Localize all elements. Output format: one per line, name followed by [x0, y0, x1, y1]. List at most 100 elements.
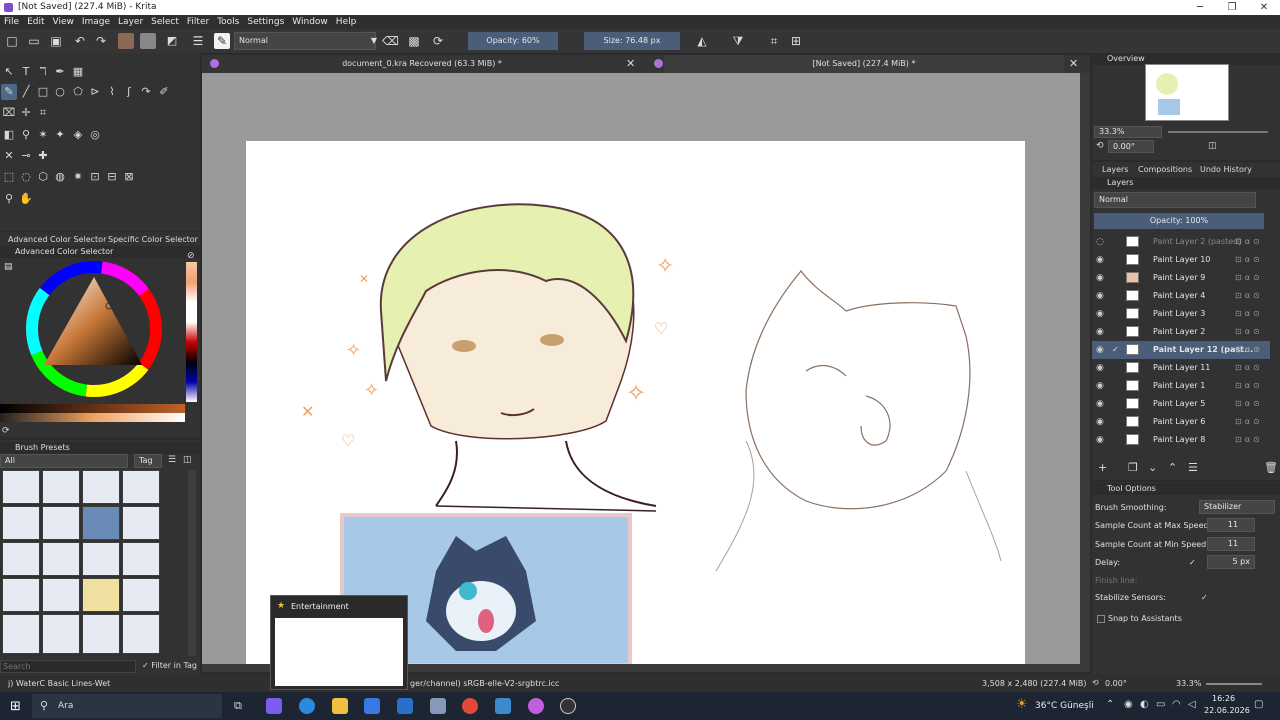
- krita-taskbar-icon[interactable]: [528, 698, 544, 714]
- brush-preset[interactable]: [122, 470, 160, 504]
- alpha-lock-icon[interactable]: ▩: [406, 33, 422, 49]
- visibility-icon[interactable]: ◉: [1096, 435, 1106, 445]
- close-tab-icon[interactable]: ✕: [626, 57, 635, 70]
- ellipse-select-icon[interactable]: ◌: [18, 169, 34, 185]
- brush-scrollbar[interactable]: [188, 470, 196, 656]
- menu-filter[interactable]: Filter: [183, 15, 213, 29]
- chrome-icon[interactable]: [462, 698, 478, 714]
- tab-compositions[interactable]: Compositions: [1138, 165, 1192, 174]
- taskbar-preview-popup[interactable]: ★ Entertainment: [270, 595, 408, 690]
- crop-icon[interactable]: ⌗: [766, 33, 782, 49]
- zoom-slider[interactable]: [1168, 131, 1268, 133]
- mirror-horizontal-icon[interactable]: ◭: [694, 33, 710, 49]
- crop-tool-icon[interactable]: ⌗: [35, 105, 51, 121]
- brush-preset[interactable]: [2, 578, 40, 612]
- move-up-icon[interactable]: ⌃: [1168, 460, 1177, 476]
- bucket-tool-icon[interactable]: ◈: [70, 127, 86, 143]
- brush-preset[interactable]: [82, 578, 120, 612]
- brush-preset[interactable]: [82, 614, 120, 654]
- assistant-tool-icon[interactable]: ✕: [1, 148, 17, 164]
- bezier-select-icon[interactable]: ⊟: [104, 169, 120, 185]
- polygon-select-icon[interactable]: ⬡: [35, 169, 51, 185]
- layer-lock-icon[interactable]: ⊡α⊙: [1235, 431, 1263, 449]
- brush-preset[interactable]: [42, 614, 80, 654]
- mirror-icon[interactable]: ◫: [1208, 141, 1217, 151]
- close-tab-icon[interactable]: ✕: [1069, 57, 1078, 70]
- brush-preset-selected[interactable]: [82, 506, 120, 540]
- brush-preset[interactable]: [82, 470, 120, 504]
- tab-undo-history[interactable]: Undo History: [1200, 165, 1252, 174]
- zoom-select[interactable]: 33.3%: [1094, 126, 1162, 138]
- rotate-icon[interactable]: ⟲: [1092, 678, 1099, 687]
- visibility-icon[interactable]: ◉: [1096, 327, 1106, 337]
- vertical-scrollbar[interactable]: [1080, 73, 1090, 664]
- brush-preset[interactable]: [42, 506, 80, 540]
- brush-settings-icon[interactable]: ☰: [190, 33, 206, 49]
- save-document-icon[interactable]: ▣: [48, 33, 64, 49]
- brush-smoothing-select[interactable]: Stabilizer: [1199, 500, 1275, 514]
- layer-row[interactable]: ◉ Paint Layer 1 ⊡α⊙: [1092, 377, 1270, 395]
- similar-select-icon[interactable]: ⊡: [87, 169, 103, 185]
- rotate-icon[interactable]: ⟲: [1096, 141, 1104, 151]
- layer-lock-icon[interactable]: ⊡α⊙: [1235, 233, 1263, 251]
- brush-preset-icon[interactable]: ✎: [214, 33, 230, 49]
- fill-tool-icon[interactable]: ✦: [52, 127, 68, 143]
- rotation-field[interactable]: 0.00°: [1108, 140, 1154, 153]
- rectangle-tool-icon[interactable]: □: [35, 84, 51, 100]
- weather-text[interactable]: 36°C Güneşli: [1035, 701, 1094, 711]
- layer-properties-icon[interactable]: ☰: [1188, 460, 1198, 476]
- color-picker-icon[interactable]: ⚲: [18, 127, 34, 143]
- layer-lock-icon[interactable]: ⊡α⊙: [1235, 341, 1263, 359]
- layer-row[interactable]: ◉ Paint Layer 11 ⊡α⊙: [1092, 359, 1270, 377]
- layer-opacity-slider[interactable]: Opacity: 100%: [1094, 213, 1264, 229]
- open-document-icon[interactable]: ▭: [26, 33, 42, 49]
- select-shapes-icon[interactable]: ↖: [1, 64, 17, 80]
- brush-preset[interactable]: [42, 542, 80, 576]
- menu-tools[interactable]: Tools: [213, 15, 243, 29]
- edge-icon[interactable]: [299, 698, 315, 714]
- brush-preset[interactable]: [2, 614, 40, 654]
- layer-lock-icon[interactable]: ⊡α⊙: [1235, 413, 1263, 431]
- move-down-icon[interactable]: ⌄: [1148, 460, 1157, 476]
- smart-patch-icon[interactable]: ✶: [35, 127, 51, 143]
- layer-lock-icon[interactable]: ⊡α⊙: [1235, 269, 1263, 287]
- menu-help[interactable]: Help: [332, 15, 361, 29]
- transform-tool-icon[interactable]: ⌧: [1, 105, 17, 121]
- enclose-fill-icon[interactable]: ◎: [87, 127, 103, 143]
- visibility-icon[interactable]: ◉: [1096, 399, 1106, 409]
- new-document-icon[interactable]: □: [4, 33, 20, 49]
- polyline-tool-icon[interactable]: ⊳: [87, 84, 103, 100]
- polygon-tool-icon[interactable]: ⬠: [70, 84, 86, 100]
- menu-layer[interactable]: Layer: [114, 15, 147, 29]
- brush-preset[interactable]: [42, 578, 80, 612]
- taskbar-search-box[interactable]: ⚲ Ara: [32, 694, 222, 718]
- app-icon[interactable]: [560, 698, 576, 714]
- task-view-icon[interactable]: ⧉: [234, 699, 242, 713]
- stabilize-sensors-checkbox[interactable]: ✓: [1201, 590, 1208, 606]
- visibility-icon[interactable]: ◉: [1096, 255, 1106, 265]
- assistant-icon[interactable]: ▦: [70, 64, 86, 80]
- start-icon[interactable]: ⊞: [10, 699, 21, 714]
- text-tool-icon[interactable]: T: [18, 64, 34, 80]
- fg-bg-color-icon[interactable]: ◩: [164, 33, 180, 49]
- brush-preset[interactable]: [122, 578, 160, 612]
- tab-specific-color-selector[interactable]: Specific Color Selector: [108, 235, 198, 244]
- brush-preset[interactable]: [42, 470, 80, 504]
- brush-preset[interactable]: [2, 542, 40, 576]
- reload-preset-icon[interactable]: ⟳: [430, 33, 446, 49]
- edit-shapes-icon[interactable]: ℸ: [35, 64, 51, 80]
- freehand-brush-icon[interactable]: ✎: [1, 84, 17, 100]
- mail-icon[interactable]: [397, 698, 413, 714]
- freehand-select-icon[interactable]: ◍: [52, 169, 68, 185]
- menu-settings[interactable]: Settings: [243, 15, 288, 29]
- layer-lock-icon[interactable]: ⊡α⊙: [1235, 251, 1263, 269]
- mirror-vertical-icon[interactable]: ⧩: [730, 33, 746, 49]
- clock-time[interactable]: 16:26: [1212, 694, 1235, 703]
- brush-search-input[interactable]: [0, 660, 136, 673]
- layer-row[interactable]: ◌ Paint Layer 2 (pasted) ⊡α⊙: [1092, 233, 1270, 251]
- color-history-strip[interactable]: [186, 262, 197, 402]
- measure-tool-icon[interactable]: ⊸: [18, 148, 34, 164]
- layer-lock-icon[interactable]: ⊡α⊙: [1235, 377, 1263, 395]
- brush-preset[interactable]: [82, 542, 120, 576]
- layer-lock-icon[interactable]: ⊡α⊙: [1235, 287, 1263, 305]
